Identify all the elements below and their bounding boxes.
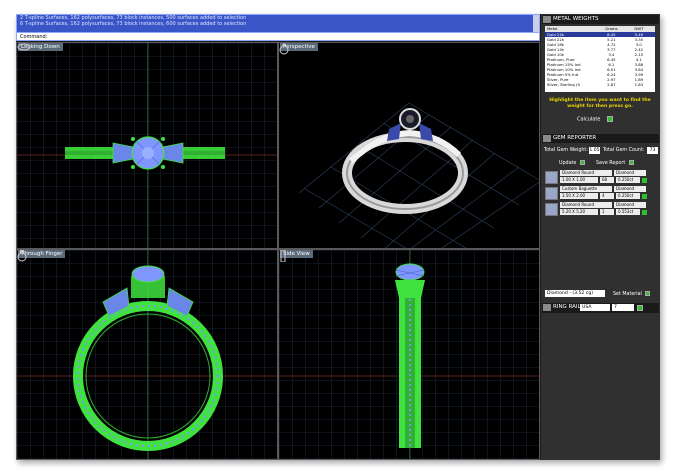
total-gem-count-field[interactable]: 73 xyxy=(647,147,658,154)
gem-go-icon[interactable] xyxy=(642,210,647,215)
ring-rail-title: RING RAIL xyxy=(553,304,581,310)
ring-rail-icon xyxy=(543,304,551,311)
metal-weights-title: METAL WEIGHTS xyxy=(553,16,599,22)
ring-side-wireframe xyxy=(395,263,425,448)
gem-thumbnail-icon xyxy=(545,171,558,184)
gem-thumbnail-icon xyxy=(545,203,558,216)
update-go-icon[interactable] xyxy=(579,160,585,165)
table-row[interactable]: Silver, Sterling (9 2.87 1.83 xyxy=(545,82,655,87)
total-gem-weight-label: Total Gem Weight: xyxy=(544,148,588,153)
ring-perspective-render xyxy=(342,108,468,214)
gem-reporter-title: GEM REPORTER xyxy=(553,135,597,141)
command-input[interactable]: Command: xyxy=(17,32,539,40)
gem-list-item[interactable]: Diamond Round Diamond 5.20 X 5.20 1 0.55… xyxy=(544,202,657,217)
metal-weights-table[interactable]: Metal Grams DWT Gold 24k 8.45 5.49 Gold 22… xyxy=(545,26,655,92)
front-view-canvas xyxy=(17,250,277,459)
perspective-canvas xyxy=(298,102,539,248)
top-view-canvas xyxy=(17,43,277,248)
gem-reporter-icon xyxy=(543,135,551,142)
ring-size-select[interactable]: 7 xyxy=(612,304,634,311)
command-history[interactable]: 2 T-spline Surfaces, 162 polysurfaces, 7… xyxy=(16,14,540,41)
gem-thumbnail-icon xyxy=(545,187,558,200)
save-report-button[interactable]: Save Report xyxy=(596,160,634,166)
right-panel: METAL WEIGHTS Metal Grams DWT Gold 24k 8.… xyxy=(541,14,660,460)
ring-rail-go-icon[interactable] xyxy=(637,305,643,311)
metal-weights-icon xyxy=(543,16,551,23)
calculate-go-icon[interactable] xyxy=(606,116,613,122)
gem-reporter-header[interactable]: GEM REPORTER xyxy=(542,134,659,143)
metal-weights-instructions: Highlight the item you want to find the … xyxy=(549,98,651,109)
ring-view-icon xyxy=(17,43,31,51)
update-label: Update xyxy=(559,161,577,166)
calculate-label: Calculate xyxy=(577,116,601,123)
gem-go-icon[interactable] xyxy=(642,194,647,199)
total-gem-count-label: Total Gem Count: xyxy=(603,148,645,153)
gem-list-item[interactable]: Custom Baguette Diamond 3.50 X 2.00 4 0.… xyxy=(544,186,657,201)
ring-size-system-select[interactable]: USA xyxy=(580,304,610,311)
viewport-top[interactable]: Looking Down xyxy=(16,42,278,249)
material-select[interactable]: Diamond - (3.52 cg) xyxy=(545,290,605,297)
set-material-button[interactable]: Set Material xyxy=(613,291,651,297)
ring-view-icon xyxy=(17,250,27,262)
set-material-go-icon[interactable] xyxy=(645,291,651,296)
app-window: 2 T-spline Surfaces, 162 polysurfaces, 7… xyxy=(16,14,660,460)
ring-view-icon xyxy=(279,43,289,55)
metal-weights-header[interactable]: METAL WEIGHTS xyxy=(542,15,659,24)
command-line-2: 6 T-spline Surfaces, 162 polysurfaces, 7… xyxy=(20,21,247,27)
set-material-label: Set Material xyxy=(613,292,642,297)
update-button[interactable]: Update xyxy=(559,160,585,166)
viewport-perspective[interactable]: Perspective xyxy=(278,42,540,249)
gem-go-icon[interactable] xyxy=(642,178,647,183)
gem-list-item[interactable]: Diamond Round Diamond 1.00 X 1.00 68 0.2… xyxy=(544,170,657,185)
total-gem-weight-field[interactable]: 1.05 xyxy=(589,147,600,154)
viewport-front[interactable]: Through Finger xyxy=(16,249,278,460)
calculate-button[interactable]: Calculate xyxy=(577,116,613,123)
save-report-label: Save Report xyxy=(596,161,626,166)
ring-rail-header[interactable]: RING RAIL USA 7 xyxy=(542,303,659,313)
viewport-side[interactable]: Side View xyxy=(278,249,540,460)
save-report-go-icon[interactable] xyxy=(628,160,634,165)
side-view-canvas xyxy=(279,250,539,459)
ring-view-icon xyxy=(280,250,286,262)
